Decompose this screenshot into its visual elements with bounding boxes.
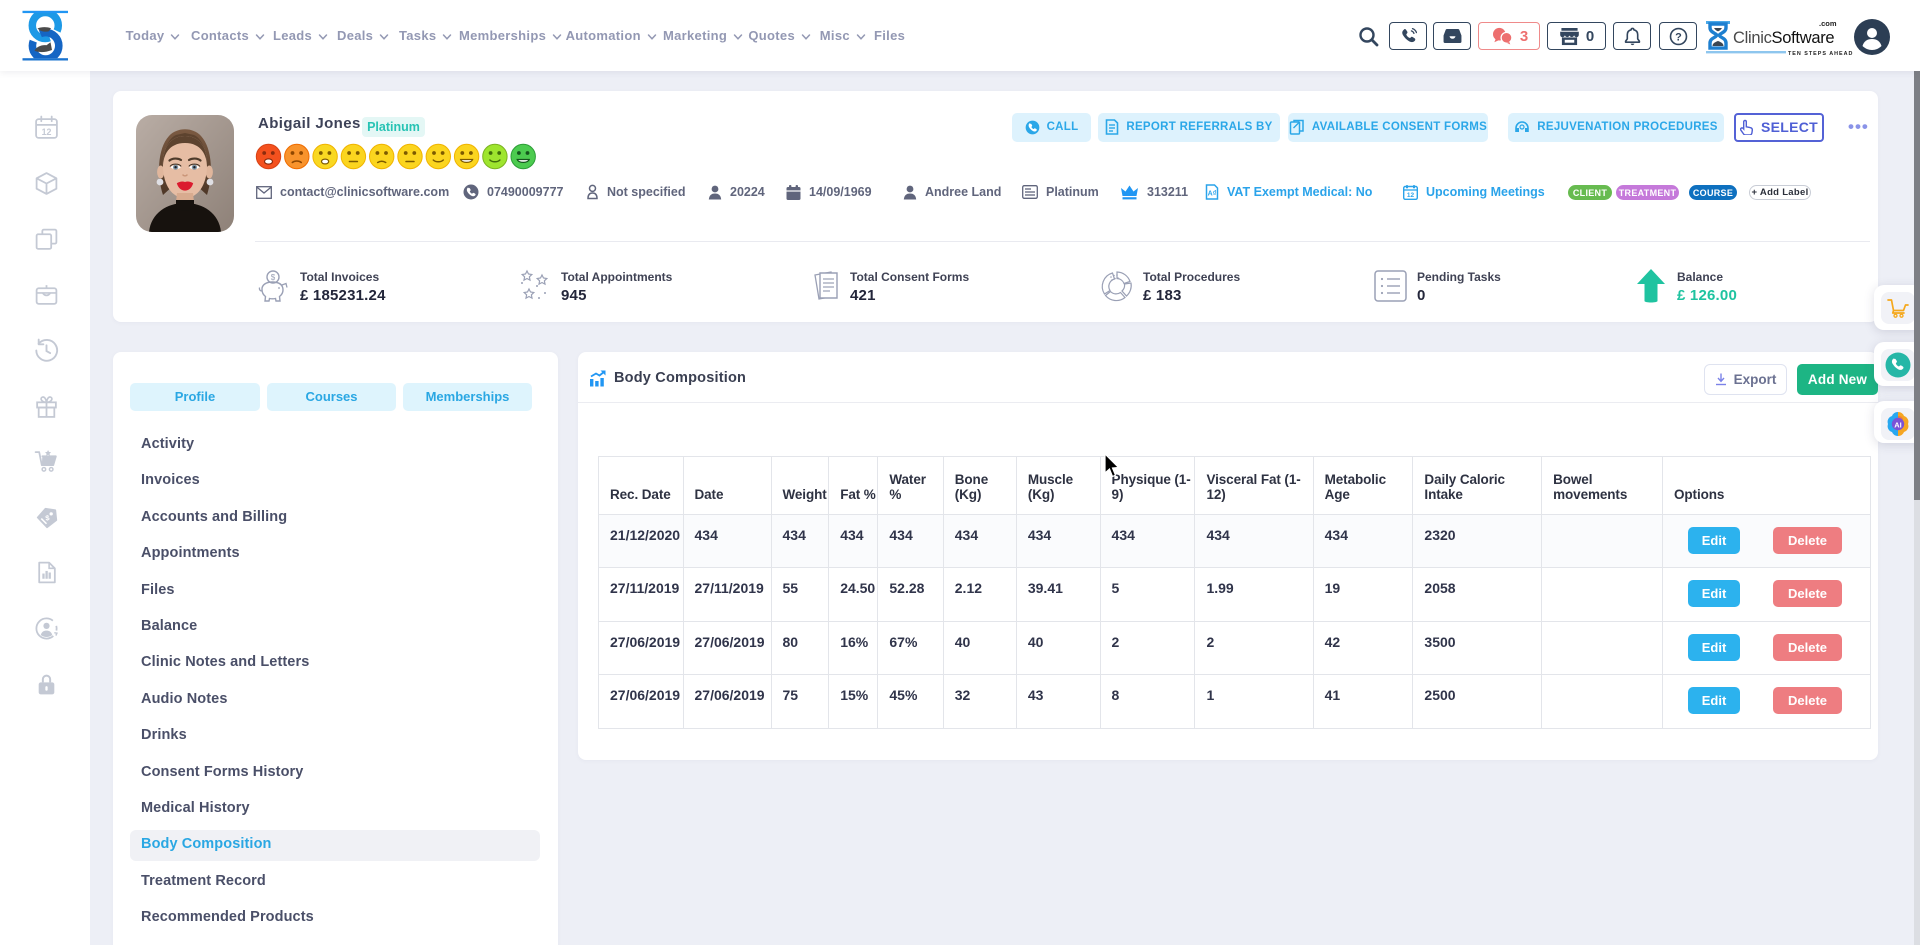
svg-text:A₫: A₫ bbox=[1208, 191, 1217, 198]
svg-text:ClinicSoftware: ClinicSoftware bbox=[1733, 29, 1834, 47]
svg-text:$: $ bbox=[271, 273, 276, 282]
svg-text:AI: AI bbox=[1894, 420, 1902, 429]
svg-text:.com: .com bbox=[1819, 19, 1837, 28]
svg-text:TEN STEPS AHEAD: TEN STEPS AHEAD bbox=[1788, 51, 1853, 57]
svg-text:12: 12 bbox=[42, 127, 52, 137]
svg-text:12: 12 bbox=[1407, 192, 1415, 199]
svg-text:?: ? bbox=[1675, 31, 1682, 43]
